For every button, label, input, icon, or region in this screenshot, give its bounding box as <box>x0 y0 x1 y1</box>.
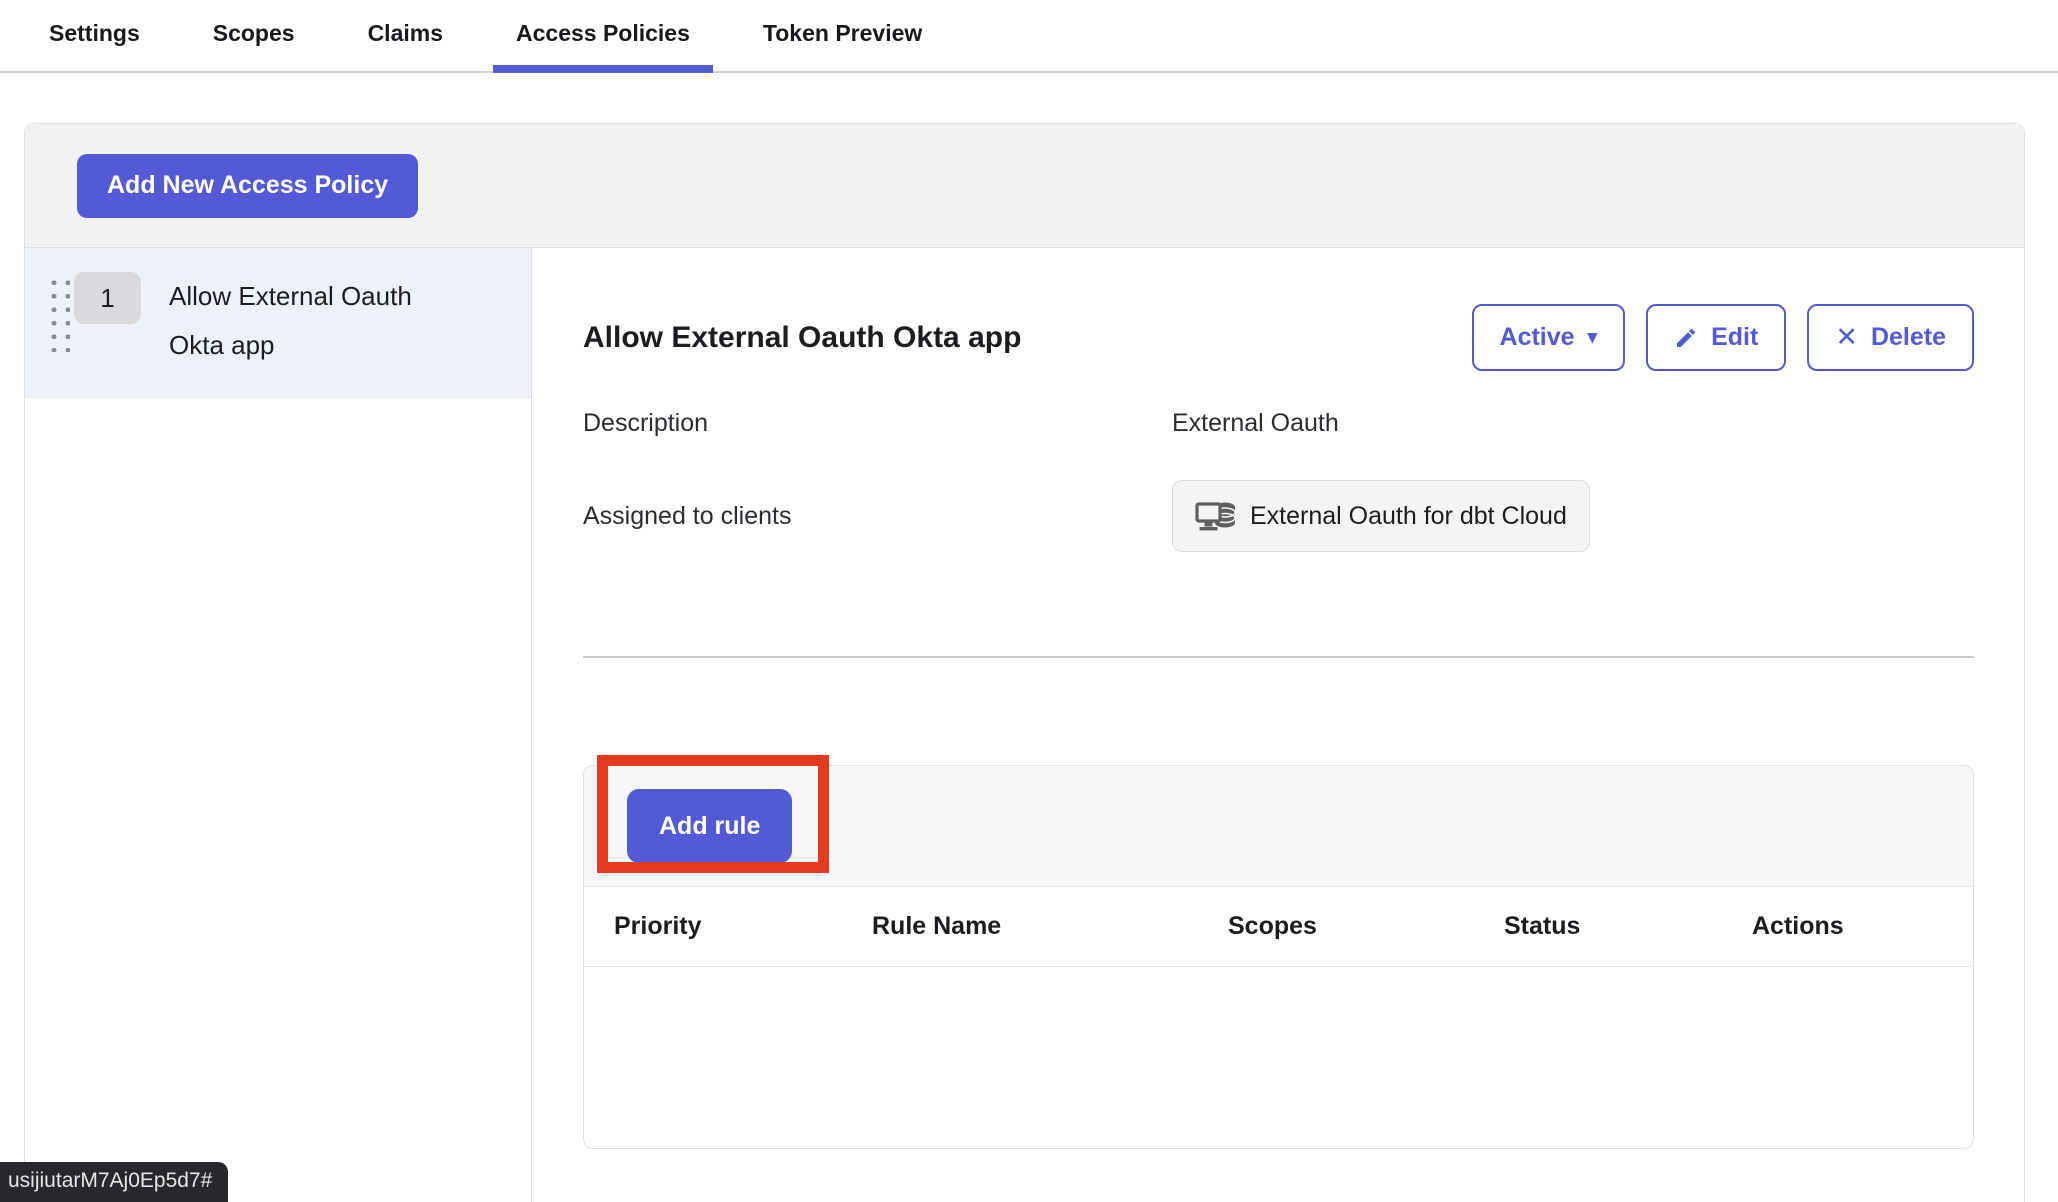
description-value: External Oauth <box>1172 409 1339 438</box>
policy-meta: Description External Oauth Assigned to c… <box>583 409 1974 552</box>
policy-name: Allow External Oauth Okta app <box>169 272 469 370</box>
tab-token-preview[interactable]: Token Preview <box>740 0 945 73</box>
add-rule-button[interactable]: Add rule <box>627 789 792 863</box>
access-policies-panel: Add New Access Policy 1 Allow External O… <box>24 123 2025 1202</box>
delete-button[interactable]: ✕ Delete <box>1807 304 1974 371</box>
assigned-clients-row: Assigned to clients <box>583 480 1974 552</box>
column-status: Status <box>1504 912 1752 941</box>
status-bar-tooltip: usijiutarM7Aj0Ep5d7# <box>0 1162 228 1202</box>
description-label: Description <box>583 409 1172 438</box>
tab-bar: Settings Scopes Claims Access Policies T… <box>0 0 2058 73</box>
rules-table-empty-body <box>584 967 1973 1148</box>
panel-body: 1 Allow External Oauth Okta app Allow Ex… <box>25 248 2024 1202</box>
tab-settings[interactable]: Settings <box>26 0 163 73</box>
add-new-access-policy-button[interactable]: Add New Access Policy <box>77 154 418 218</box>
policy-title-row: Allow External Oauth Okta app Active ▾ <box>583 304 1974 371</box>
client-chip: External Oauth for dbt Cloud <box>1172 480 1590 552</box>
client-chip-label: External Oauth for dbt Cloud <box>1250 502 1567 531</box>
delete-label: Delete <box>1871 323 1946 352</box>
assigned-clients-label: Assigned to clients <box>583 502 1172 531</box>
drag-handle-icon[interactable] <box>44 274 70 352</box>
computer-icon <box>1195 500 1237 532</box>
rules-table-container: Add rule Priority Rule Name Scopes Statu… <box>583 765 1974 1149</box>
column-priority: Priority <box>614 912 872 941</box>
policy-actions: Active ▾ Edit ✕ <box>1472 304 1974 371</box>
edit-label: Edit <box>1711 323 1758 352</box>
rules-table-header: Priority Rule Name Scopes Status Actions <box>584 887 1973 967</box>
policy-list-item[interactable]: 1 Allow External Oauth Okta app <box>25 248 531 398</box>
close-icon: ✕ <box>1835 322 1858 353</box>
column-actions: Actions <box>1752 912 1973 941</box>
tab-claims[interactable]: Claims <box>345 0 466 73</box>
column-scopes: Scopes <box>1228 912 1504 941</box>
description-row: Description External Oauth <box>583 409 1974 438</box>
rules-toolbar: Add rule <box>584 766 1973 887</box>
status-dropdown-button[interactable]: Active ▾ <box>1472 304 1626 371</box>
edit-button[interactable]: Edit <box>1646 304 1786 371</box>
policy-title: Allow External Oauth Okta app <box>583 321 1021 355</box>
tab-scopes[interactable]: Scopes <box>190 0 318 73</box>
policy-detail: Allow External Oauth Okta app Active ▾ <box>532 248 2024 1202</box>
column-rule-name: Rule Name <box>872 912 1228 941</box>
section-divider <box>583 656 1974 658</box>
policy-order-badge: 1 <box>74 272 141 324</box>
status-label: Active <box>1500 323 1575 352</box>
tab-access-policies[interactable]: Access Policies <box>493 0 713 73</box>
panel-toolbar: Add New Access Policy <box>25 124 2024 248</box>
page: Settings Scopes Claims Access Policies T… <box>0 0 2058 1202</box>
pencil-icon <box>1674 326 1698 350</box>
policy-list: 1 Allow External Oauth Okta app <box>25 248 532 1202</box>
chevron-down-icon: ▾ <box>1588 326 1598 349</box>
